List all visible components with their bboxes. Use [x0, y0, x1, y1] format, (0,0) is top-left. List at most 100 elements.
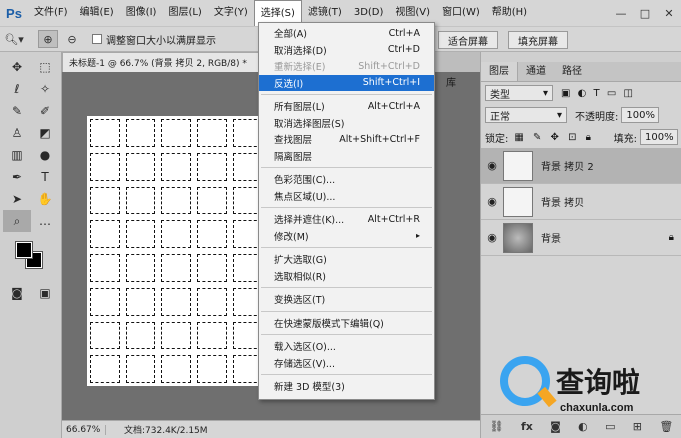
select-menu-item[interactable]: 在快速蒙版模式下编辑(Q)	[259, 315, 434, 332]
lasso-tool-icon[interactable]: ℓ	[3, 78, 31, 100]
eye-icon[interactable]: ◉	[481, 195, 503, 208]
menu-layer[interactable]: 图层(L)	[162, 0, 207, 26]
menu-item-label: 修改(M)	[274, 231, 309, 243]
select-menu-item[interactable]: 选取相似(R)	[259, 268, 434, 285]
menu-separator	[261, 310, 432, 312]
zoom-out-icon[interactable]: ⊖	[62, 30, 82, 48]
tab-channels[interactable]: 通道	[518, 62, 554, 81]
stamp-tool-icon[interactable]: ♙	[3, 122, 31, 144]
document-tab[interactable]: 未标题-1 @ 66.7% (背景 拷贝 2, RGB/8) *	[62, 52, 262, 72]
zoom-tool-icon[interactable]: ⌕	[3, 210, 31, 232]
blend-mode-dropdown[interactable]: 正常 ▾	[485, 107, 567, 123]
select-menu-item[interactable]: 选择并遮住(K)... Alt+Ctrl+R	[259, 211, 434, 228]
menu-file[interactable]: 文件(F)	[28, 0, 74, 26]
select-menu-item[interactable]: 取消选择(D) Ctrl+D	[259, 42, 434, 59]
more-tools-icon[interactable]: …	[31, 210, 59, 232]
zoom-in-icon[interactable]: ⊕	[38, 30, 58, 48]
tab-layers[interactable]: 图层	[481, 62, 518, 81]
layer-row[interactable]: ◉ 背景 拷贝 2	[481, 148, 681, 184]
select-menu-item[interactable]: 隔离图层	[259, 148, 434, 165]
menu-item-label: 重新选择(E)	[274, 62, 326, 74]
eye-icon[interactable]: ◉	[481, 159, 503, 172]
mask-icon[interactable]: ◙	[550, 420, 561, 433]
menu-help[interactable]: 帮助(H)	[486, 0, 533, 26]
new-layer-icon[interactable]: ⊞	[633, 420, 642, 433]
select-menu-item[interactable]: 新建 3D 模型(3)	[259, 378, 434, 395]
menu-edit[interactable]: 编辑(E)	[74, 0, 120, 26]
select-menu-item[interactable]: 查找图层 Alt+Shift+Ctrl+F	[259, 131, 434, 148]
group-icon[interactable]: ▭	[605, 420, 615, 433]
trash-icon[interactable]: 🗑︎	[659, 420, 673, 433]
menu-item-label: 变换选区(T)	[274, 295, 326, 307]
tab-paths[interactable]: 路径	[554, 62, 590, 81]
select-menu-item[interactable]: 焦点区域(U)...	[259, 188, 434, 205]
select-menu-item[interactable]: 所有图层(L) Alt+Ctrl+A	[259, 98, 434, 115]
select-menu-item[interactable]: 存储选区(V)...	[259, 355, 434, 372]
quick-mask-icon[interactable]: ◙	[3, 282, 31, 304]
select-menu-item[interactable]: 载入选区(O)...	[259, 338, 434, 355]
fill-label: 填充:	[613, 133, 637, 145]
selection-tile	[90, 254, 120, 282]
select-menu-item[interactable]: 变换选区(T)	[259, 291, 434, 308]
resize-windows-checkbox[interactable]: 调整窗口大小以满屏显示	[92, 32, 216, 47]
selection-tile	[125, 321, 156, 350]
select-menu-item[interactable]: 全部(A) Ctrl+A	[259, 25, 434, 42]
marquee-tool-icon[interactable]: ⬚	[31, 56, 59, 78]
select-menu-item[interactable]: 取消选择图层(S)	[259, 115, 434, 132]
selection-tile	[125, 186, 156, 215]
library-panel-label[interactable]: 库	[446, 74, 456, 89]
type-tool-icon[interactable]: T	[31, 166, 59, 188]
layer-row[interactable]: ◉ 背景 拷贝	[481, 184, 681, 220]
selection-tile	[161, 186, 191, 215]
select-menu-item[interactable]: 色彩范围(C)...	[259, 171, 434, 188]
color-swatches[interactable]	[14, 240, 61, 278]
eraser-tool-icon[interactable]: ◩	[31, 122, 59, 144]
brush-tool-icon[interactable]: ✐	[31, 100, 59, 122]
menu-separator	[261, 167, 432, 168]
eye-icon[interactable]: ◉	[481, 231, 503, 244]
zoom-level[interactable]: 66.67%	[62, 424, 106, 435]
gradient-tool-icon[interactable]: ▥	[3, 144, 31, 166]
hand-tool-icon[interactable]: ✋	[31, 188, 59, 210]
selection-tile	[125, 119, 156, 147]
fill-value: 100%	[645, 131, 674, 143]
adjustment-icon[interactable]: ◐	[578, 420, 588, 433]
selection-tile	[125, 254, 156, 282]
lock-icons[interactable]: ▦ ✎ ✥ ⊡ 🔒︎	[514, 132, 594, 143]
select-menu-item[interactable]: 反选(I) Shift+Ctrl+I	[259, 74, 434, 91]
foreground-color-swatch[interactable]	[15, 241, 33, 259]
kind-filter-dropdown[interactable]: 类型 ▾	[485, 85, 553, 101]
magic-wand-icon[interactable]: ✧	[31, 78, 59, 100]
fx-icon[interactable]: fx	[521, 420, 533, 433]
layer-name: 背景	[541, 234, 561, 245]
checkbox-box[interactable]	[92, 34, 102, 44]
link-icon[interactable]: ⛓	[490, 420, 504, 433]
fit-screen-button[interactable]: 适合屏幕	[438, 31, 498, 49]
path-select-icon[interactable]: ➤	[3, 188, 31, 210]
selection-tile	[90, 220, 120, 248]
menu-image[interactable]: 图像(I)	[120, 0, 163, 26]
selection-tile	[90, 119, 120, 147]
menu-type[interactable]: 文字(Y)	[208, 0, 254, 26]
fill-screen-button[interactable]: 填充屏幕	[508, 31, 568, 49]
menu-item-label: 在快速蒙版模式下编辑(Q)	[274, 318, 384, 330]
select-menu-item[interactable]: 扩大选取(G)	[259, 251, 434, 268]
status-bar: 66.67% 文档:732.4K/2.15M	[62, 420, 480, 438]
pen-tool-icon[interactable]: ✒	[3, 166, 31, 188]
select-menu-dropdown: 全部(A) Ctrl+A 取消选择(D) Ctrl+D 重新选择(E) Shift+Ctr…	[258, 22, 435, 400]
minimize-button[interactable]: —	[610, 0, 632, 26]
move-tool-icon[interactable]: ✥	[3, 56, 31, 78]
zoom-tool-preset-icon[interactable]: 🔍︎▾	[4, 30, 24, 48]
filter-icons[interactable]: ▣ ◐ T ▭ ◫	[561, 88, 635, 99]
opacity-input[interactable]: 100%	[621, 107, 660, 123]
selection-tile	[90, 355, 120, 383]
restore-button[interactable]: □	[634, 0, 656, 26]
fill-input[interactable]: 100%	[640, 129, 678, 145]
screen-mode-icon[interactable]: ▣	[31, 282, 59, 304]
layer-row[interactable]: ◉ 背景 🔒︎	[481, 220, 681, 256]
menu-window[interactable]: 窗口(W)	[436, 0, 486, 26]
select-menu-item[interactable]: 修改(M) ▸	[259, 228, 434, 245]
close-button[interactable]: ✕	[658, 0, 680, 26]
eyedropper-icon[interactable]: ✎	[3, 100, 31, 122]
dodge-tool-icon[interactable]: ●	[31, 144, 59, 166]
